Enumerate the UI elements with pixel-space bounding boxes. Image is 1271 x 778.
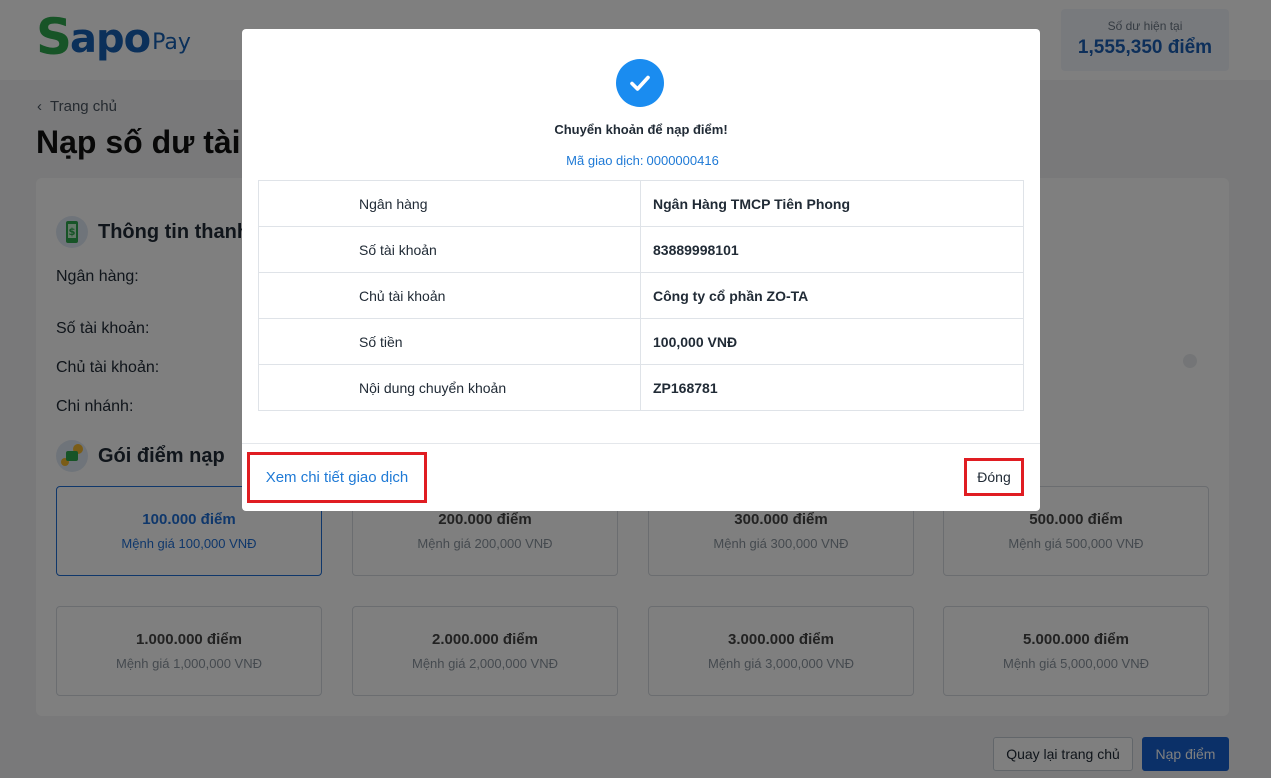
table-row: Số tiền 100,000 VNĐ (258, 318, 1024, 365)
row-key-account-number: Số tài khoản (258, 226, 641, 273)
check-circle-icon (616, 59, 664, 107)
transfer-modal: Chuyển khoản để nạp điểm! Mã giao dịch: 0… (242, 29, 1040, 511)
table-row: Chủ tài khoản Công ty cổ phần ZO-TA (258, 272, 1024, 319)
row-key-amount: Số tiền (258, 318, 641, 365)
row-value-account-holder: Công ty cổ phần ZO-TA (640, 272, 1024, 319)
table-row: Số tài khoản 83889998101 (258, 226, 1024, 273)
transaction-code: Mã giao dịch: 0000000416 (242, 153, 1040, 168)
transfer-info-table: Ngân hàng Ngân Hàng TMCP Tiên Phong Số t… (258, 180, 1024, 411)
view-transaction-detail-link[interactable]: Xem chi tiết giao dịch (247, 452, 427, 503)
row-value-account-number: 83889998101 (640, 226, 1024, 273)
row-value-transfer-content: ZP168781 (640, 364, 1024, 411)
row-key-bank: Ngân hàng (258, 180, 641, 227)
row-value-amount: 100,000 VNĐ (640, 318, 1024, 365)
row-value-bank: Ngân Hàng TMCP Tiên Phong (640, 180, 1024, 227)
row-key-transfer-content: Nội dung chuyển khoản (258, 364, 641, 411)
row-key-account-holder: Chủ tài khoản (258, 272, 641, 319)
transaction-code-value: 0000000416 (646, 153, 719, 168)
transaction-code-label: Mã giao dịch: (566, 153, 644, 168)
modal-title: Chuyển khoản để nạp điểm! (554, 122, 728, 137)
close-button[interactable]: Đóng (964, 458, 1024, 496)
table-row: Nội dung chuyển khoản ZP168781 (258, 364, 1024, 411)
modal-footer-divider (242, 443, 1040, 444)
table-row: Ngân hàng Ngân Hàng TMCP Tiên Phong (258, 180, 1024, 227)
